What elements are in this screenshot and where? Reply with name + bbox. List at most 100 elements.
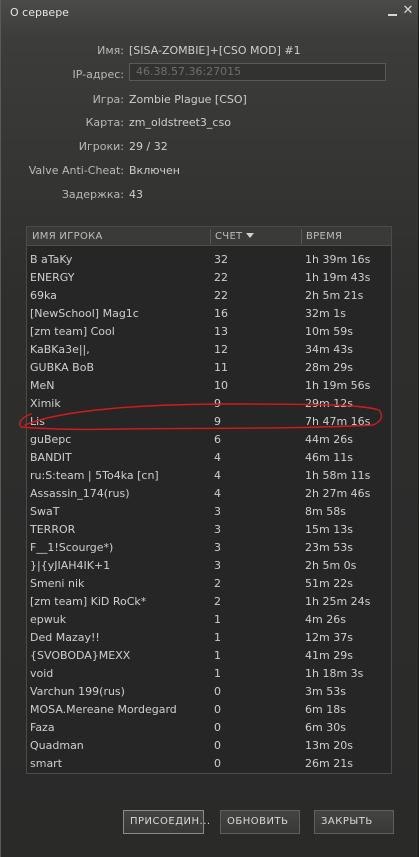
player-time-cell: 1h 19m 43s bbox=[305, 271, 371, 284]
player-time-cell: 44m 26s bbox=[305, 433, 353, 446]
table-row[interactable]: TERROR 3 15m 13s bbox=[27, 520, 391, 538]
refresh-button[interactable]: ОБНОВИТЬ bbox=[220, 810, 300, 834]
player-time-cell: 3m 53s bbox=[305, 685, 346, 698]
player-name-cell: {SVOBODA}MEXX bbox=[30, 649, 131, 662]
player-name-cell: BANDIT bbox=[30, 451, 72, 464]
table-row[interactable]: [zm team] Cool 13 10m 59s bbox=[27, 322, 391, 340]
table-row[interactable]: {SVOBODA}MEXX 1 41m 29s bbox=[27, 646, 391, 664]
table-row[interactable]: guBepc 6 44m 26s bbox=[27, 430, 391, 448]
join-button[interactable]: ПРИСОЕДИН... bbox=[123, 810, 210, 834]
player-time-cell: 6m 30s bbox=[305, 721, 346, 734]
info-row-players: Игроки: 29 / 32 bbox=[1, 140, 419, 154]
player-name-cell: [zm team] Cool bbox=[30, 325, 115, 338]
table-row[interactable]: smart 0 26m 21s bbox=[27, 754, 391, 772]
player-name-cell: smart bbox=[30, 757, 63, 770]
player-name-cell: Assassin_174(rus) bbox=[30, 487, 130, 500]
player-time-cell: 1h 25m 24s bbox=[305, 595, 371, 608]
player-name-cell: Faza bbox=[30, 721, 55, 734]
info-row-game: Игра: Zombie Plague [CSO] bbox=[1, 93, 419, 107]
player-time-cell: 2h 5m 21s bbox=[305, 289, 364, 302]
player-score-cell: 0 bbox=[214, 685, 221, 698]
column-header-score-label: СЧЕТ bbox=[215, 231, 243, 242]
player-time-cell: 29m 12s bbox=[305, 397, 353, 410]
player-score-cell: 0 bbox=[214, 739, 221, 752]
table-row[interactable]: MOSA.Mereane Mordegard 0 6m 18s bbox=[27, 700, 391, 718]
player-score-cell: 4 bbox=[214, 451, 221, 464]
table-row[interactable]: F__1!Scourge*) 3 23m 53s bbox=[27, 538, 391, 556]
player-name-cell: void bbox=[30, 667, 54, 680]
title-bar[interactable]: О сервере ✕ bbox=[1, 0, 419, 24]
player-name-cell: }|{yJIAH4IK+1 bbox=[30, 559, 111, 572]
player-name-cell: SwaT bbox=[30, 505, 60, 518]
table-row[interactable]: SwaT 3 8m 58s bbox=[27, 502, 391, 520]
ip-address-field[interactable]: 46.38.57.36:27015 bbox=[129, 63, 386, 81]
table-row[interactable]: }|{yJIAH4IK+1 3 2h 5m 0s bbox=[27, 556, 391, 574]
player-list[interactable]: ИМЯ ИГРОКА СЧЕТ ВРЕМЯ В aTaKy 32 1h 39m 16… bbox=[26, 226, 392, 774]
minimize-icon[interactable] bbox=[385, 4, 399, 18]
player-name-cell: Lis bbox=[30, 415, 45, 428]
player-time-cell: 51m 22s bbox=[305, 577, 353, 590]
player-name-cell: Ximik bbox=[30, 397, 61, 410]
table-row[interactable]: 69ka 22 2h 5m 21s bbox=[27, 286, 391, 304]
player-score-cell: 1 bbox=[214, 631, 221, 644]
player-time-cell: 2h 5m 0s bbox=[305, 559, 357, 572]
table-row[interactable]: Assassin_174(rus) 4 2h 27m 46s bbox=[27, 484, 391, 502]
info-row-map: Карта: zm_oldstreet3_cso bbox=[1, 116, 419, 130]
table-row[interactable]: Ded Mazay!! 1 12m 37s bbox=[27, 628, 391, 646]
game-label: Игра: bbox=[92, 93, 124, 106]
info-row-name: Имя: [SISA-ZOMBIE]+[CSO MOD] #1 bbox=[1, 44, 419, 58]
column-header-score[interactable]: СЧЕТ bbox=[215, 231, 255, 242]
table-row[interactable]: void 1 1h 18m 3s bbox=[27, 664, 391, 682]
player-time-cell: 32m 1s bbox=[305, 307, 346, 320]
player-time-cell: 1h 18m 3s bbox=[305, 667, 364, 680]
table-row[interactable]: BANDIT 4 46m 11s bbox=[27, 448, 391, 466]
table-row[interactable]: [NewSchool] Mag1c 16 32m 1s bbox=[27, 304, 391, 322]
player-score-cell: 12 bbox=[214, 343, 228, 356]
column-header-name[interactable]: ИМЯ ИГРОКА bbox=[32, 231, 103, 242]
player-name-cell: ENERGY bbox=[30, 271, 75, 284]
map-label: Карта: bbox=[85, 116, 124, 129]
player-time-cell: 7h 47m 16s bbox=[305, 415, 371, 428]
player-name-cell: Smeni nik bbox=[30, 577, 85, 590]
table-row[interactable]: KaBKa3e||, 12 34m 43s bbox=[27, 340, 391, 358]
player-name-cell: [zm team] KiD RoCk* bbox=[30, 595, 147, 608]
close-button[interactable]: ЗАКРЫТЬ bbox=[314, 810, 394, 834]
table-row[interactable]: ru:S:team | 5To4ka [cn] 4 1h 58m 11s bbox=[27, 466, 391, 484]
table-row[interactable]: Quadman 0 13m 20s bbox=[27, 736, 391, 754]
player-time-cell: 46m 11s bbox=[305, 451, 353, 464]
player-name-cell: Ded Mazay!! bbox=[30, 631, 100, 644]
info-row-vac: Valve Anti-Cheat: Включен bbox=[1, 164, 419, 178]
player-time-cell: 1h 19m 56s bbox=[305, 379, 371, 392]
player-score-cell: 1 bbox=[214, 613, 221, 626]
table-row[interactable]: MeN 10 1h 19m 56s bbox=[27, 376, 391, 394]
map-value: zm_oldstreet3_cso bbox=[129, 116, 231, 129]
table-row[interactable]: ENERGY 22 1h 19m 43s bbox=[27, 268, 391, 286]
player-name-cell: GUBKA BoB bbox=[30, 361, 94, 374]
table-row[interactable]: Varchun 199(rus) 0 3m 53s bbox=[27, 682, 391, 700]
player-time-cell: 8m 58s bbox=[305, 505, 346, 518]
table-row[interactable]: epwuk 1 4m 26s bbox=[27, 610, 391, 628]
player-name-cell: [NewSchool] Mag1c bbox=[30, 307, 139, 320]
table-row[interactable]: В aTaKy 32 1h 39m 16s bbox=[27, 250, 391, 268]
table-row[interactable]: GUBKA BoB 11 28m 29s bbox=[27, 358, 391, 376]
player-score-cell: 22 bbox=[214, 289, 228, 302]
column-divider[interactable] bbox=[301, 229, 302, 244]
table-row[interactable]: Faza 0 6m 30s bbox=[27, 718, 391, 736]
table-row[interactable]: Smeni nik 2 51m 22s bbox=[27, 574, 391, 592]
column-header-time[interactable]: ВРЕМЯ bbox=[306, 231, 342, 242]
player-time-cell: 10m 59s bbox=[305, 325, 353, 338]
player-name-cell: epwuk bbox=[30, 613, 67, 626]
table-row[interactable]: Ximik 9 29m 12s bbox=[27, 394, 391, 412]
table-row[interactable]: Lis 9 7h 47m 16s bbox=[27, 412, 391, 430]
ip-label: IP-адрес: bbox=[72, 68, 124, 81]
player-list-header: ИМЯ ИГРОКА СЧЕТ ВРЕМЯ bbox=[27, 227, 391, 246]
window-title: О сервере bbox=[10, 6, 69, 19]
player-time-cell: 15m 13s bbox=[305, 523, 353, 536]
table-row[interactable]: [zm team] KiD RoCk* 2 1h 25m 24s bbox=[27, 592, 391, 610]
player-score-cell: 3 bbox=[214, 559, 221, 572]
player-name-cell: MeN bbox=[30, 379, 55, 392]
player-name-cell: TERROR bbox=[30, 523, 76, 536]
column-divider[interactable] bbox=[210, 229, 211, 244]
close-icon[interactable]: ✕ bbox=[401, 4, 415, 18]
name-label: Имя: bbox=[97, 44, 124, 57]
